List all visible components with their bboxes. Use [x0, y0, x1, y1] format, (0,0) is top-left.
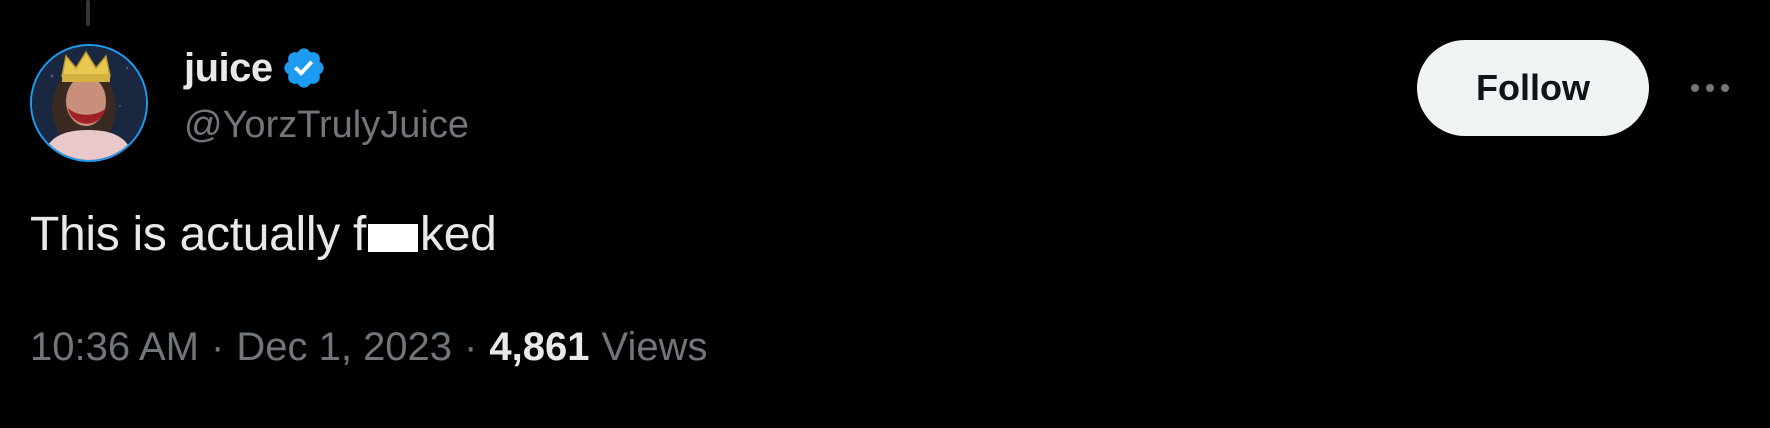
- censor-block: [368, 224, 419, 252]
- verified-badge-icon[interactable]: [281, 45, 327, 91]
- tweet-time[interactable]: 10:36 AM: [30, 325, 199, 370]
- display-name[interactable]: juice: [184, 46, 273, 91]
- user-handle[interactable]: @YorzTrulyJuice: [184, 104, 469, 147]
- views-count: 4,861: [489, 325, 590, 369]
- tweet-header: juice @YorzTrulyJuice Follow: [30, 40, 1740, 162]
- tweet-metadata: 10:36 AM · Dec 1, 2023 · 4,861 Views: [30, 325, 707, 370]
- author-info: juice @YorzTrulyJuice: [184, 40, 469, 147]
- avatar-image: [32, 46, 146, 160]
- views-label: Views: [601, 325, 708, 369]
- avatar[interactable]: [30, 44, 148, 162]
- tweet-date[interactable]: Dec 1, 2023: [236, 325, 452, 370]
- tweet-text-prefix: This is actually f: [30, 208, 367, 261]
- thread-connector-line: [86, 0, 90, 26]
- more-options-icon[interactable]: [1680, 66, 1740, 110]
- separator-dot: ·: [211, 325, 225, 369]
- tweet-text: This is actually f ked: [30, 207, 497, 262]
- tweet-text-suffix: ked: [420, 208, 497, 261]
- separator-dot: ·: [464, 325, 478, 369]
- follow-button[interactable]: Follow: [1417, 40, 1649, 136]
- display-name-row: juice: [184, 40, 469, 96]
